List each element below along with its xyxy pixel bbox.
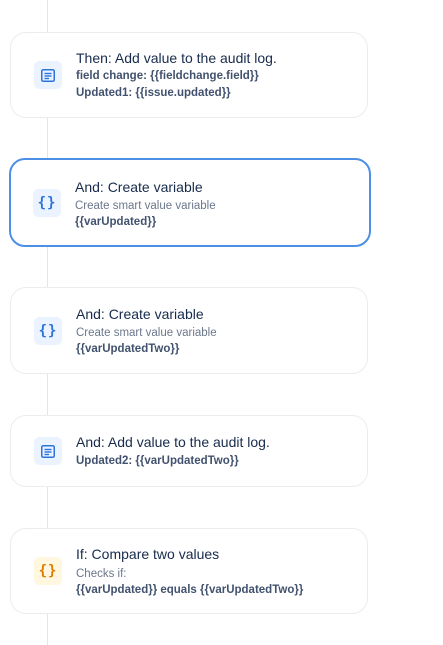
step-subtitle: Create smart value variable bbox=[76, 327, 217, 339]
step-card-audit-log-1[interactable]: Then: Add value to the audit log. field … bbox=[10, 32, 368, 118]
braces-glyph: {} bbox=[38, 563, 58, 579]
step-card-audit-log-2[interactable]: And: Add value to the audit log. Updated… bbox=[10, 415, 368, 487]
braces-glyph: {} bbox=[38, 323, 58, 339]
step-title: And: Create variable bbox=[76, 306, 204, 322]
condition-braces-icon: {} bbox=[34, 557, 62, 585]
variable-braces-icon: {} bbox=[33, 189, 61, 217]
step-title: Then: Add value to the audit log. bbox=[76, 50, 277, 66]
step-detail: Updated1: {{issue.updated}} bbox=[76, 87, 231, 99]
step-detail: {{varUpdatedTwo}} bbox=[76, 343, 180, 355]
step-detail: field change: {{fieldchange.field}} bbox=[76, 70, 259, 82]
step-card-create-variable-2[interactable]: {} And: Create variable Create smart val… bbox=[10, 287, 368, 374]
audit-log-icon bbox=[34, 61, 62, 89]
step-title: If: Compare two values bbox=[76, 546, 220, 562]
step-card-create-variable-1[interactable]: {} And: Create variable Create smart val… bbox=[9, 158, 371, 247]
audit-log-icon bbox=[34, 437, 62, 465]
step-card-compare-values[interactable]: {} If: Compare two values Checks if: {{v… bbox=[10, 528, 368, 614]
step-detail: {{varUpdated}} bbox=[75, 216, 157, 228]
step-detail: {{varUpdated}} equals {{varUpdatedTwo}} bbox=[76, 584, 304, 596]
step-subtitle: Create smart value variable bbox=[75, 200, 216, 212]
step-title: And: Add value to the audit log. bbox=[76, 434, 270, 450]
step-title: And: Create variable bbox=[75, 179, 203, 195]
step-detail: Updated2: {{varUpdatedTwo}} bbox=[76, 455, 239, 467]
braces-glyph: {} bbox=[37, 195, 57, 211]
step-subtitle: Checks if: bbox=[76, 568, 127, 580]
variable-braces-icon: {} bbox=[34, 317, 62, 345]
